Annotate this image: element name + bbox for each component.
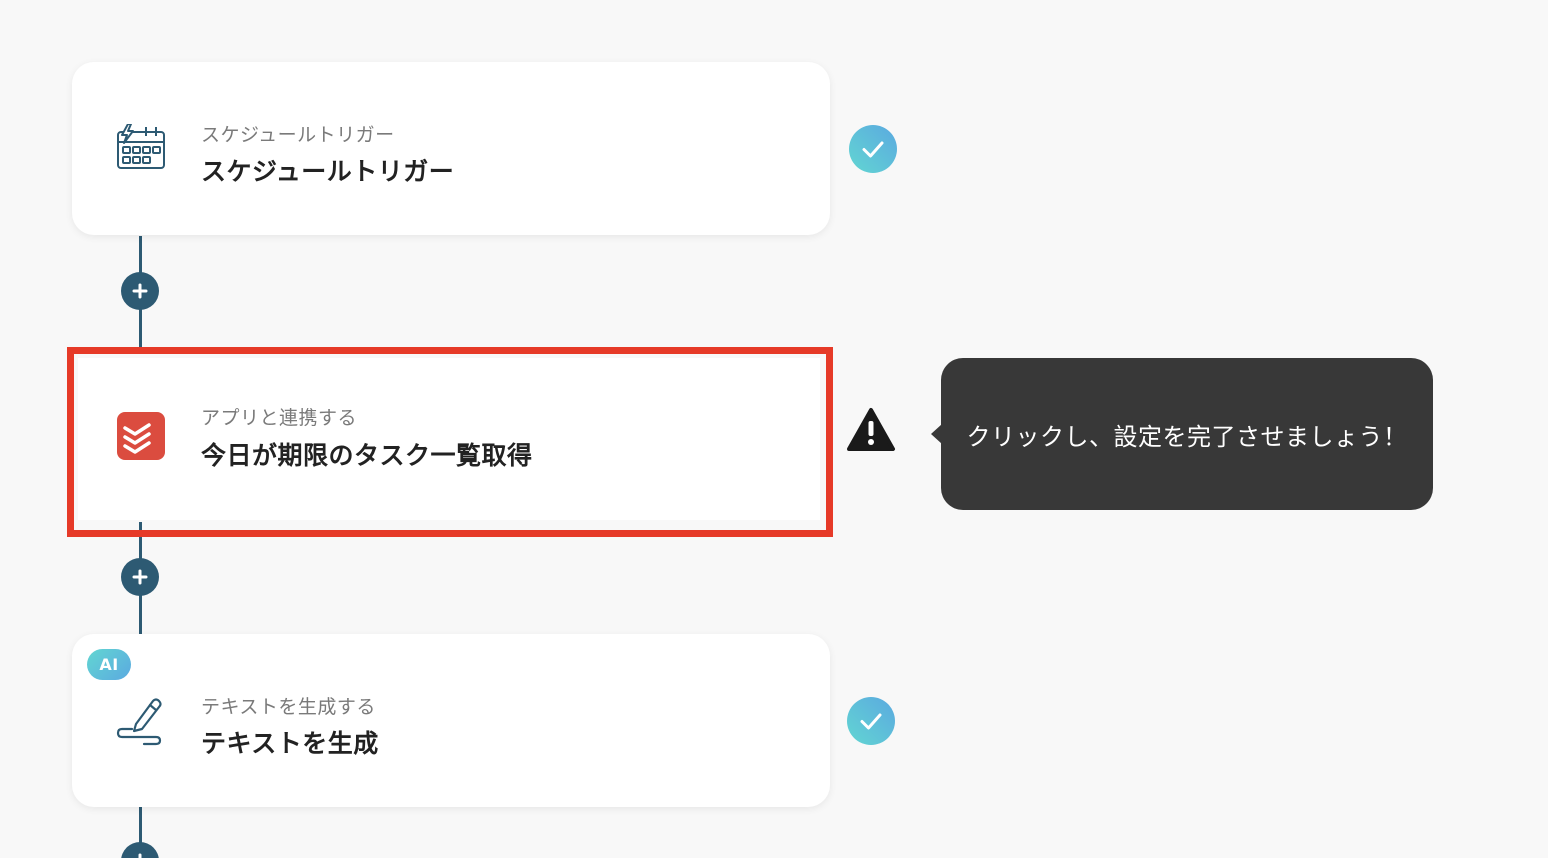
flow-canvas: スケジュールトリガー スケジュールトリガー アプリと連携する 今日が期限のタスク… xyxy=(0,0,1548,858)
todoist-icon xyxy=(117,412,165,460)
add-step-button[interactable] xyxy=(121,558,159,596)
pencil-scribble-icon xyxy=(116,696,166,746)
plus-icon xyxy=(138,853,142,858)
completed-check-icon xyxy=(849,125,897,173)
step-subtitle: アプリと連携する xyxy=(201,407,358,429)
plus-icon xyxy=(132,569,148,585)
add-step-button[interactable] xyxy=(121,842,159,858)
calendar-lightning-icon xyxy=(116,123,166,174)
add-step-button[interactable] xyxy=(121,272,159,310)
flow-step-schedule-trigger[interactable]: スケジュールトリガー スケジュールトリガー xyxy=(72,62,830,235)
completed-check-icon xyxy=(847,697,895,745)
step-subtitle: スケジュールトリガー xyxy=(201,124,395,146)
plus-icon xyxy=(132,283,148,299)
step-title: 今日が期限のタスク一覧取得 xyxy=(201,441,533,470)
step-subtitle: テキストを生成する xyxy=(201,696,376,718)
step-title: スケジュールトリガー xyxy=(201,157,455,186)
flow-step-generate-text[interactable]: テキストを生成する テキストを生成 xyxy=(72,634,830,807)
flow-step-todoist-tasks[interactable]: アプリと連携する 今日が期限のタスク一覧取得 xyxy=(78,358,820,520)
step-title: テキストを生成 xyxy=(201,729,379,758)
setup-tooltip: クリックし、設定を完了させましょう！ xyxy=(941,358,1433,510)
tooltip-text: クリックし、設定を完了させましょう！ xyxy=(966,422,1408,451)
ai-badge: AI xyxy=(87,649,131,680)
warning-icon xyxy=(846,407,895,455)
